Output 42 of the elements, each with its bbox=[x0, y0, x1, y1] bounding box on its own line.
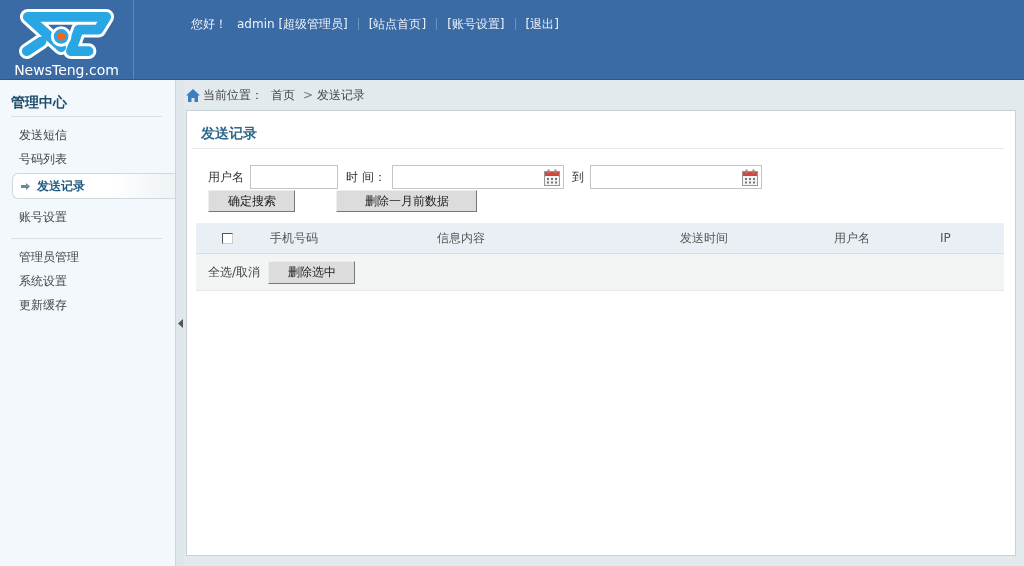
breadcrumb-label: 当前位置： bbox=[203, 86, 263, 104]
delete-selected-button[interactable]: 删除选中 bbox=[268, 260, 356, 284]
sidebar-item[interactable]: 发送记录 bbox=[12, 173, 175, 199]
column-header: 发送时间 bbox=[680, 230, 728, 245]
select-all-link[interactable]: 全选/取消 bbox=[208, 263, 261, 281]
date-field[interactable] bbox=[589, 165, 762, 189]
logo-icon bbox=[17, 8, 116, 61]
panel-title: 发送记录 bbox=[201, 125, 257, 141]
date-field[interactable] bbox=[391, 165, 564, 189]
calendar-icon[interactable] bbox=[741, 168, 758, 186]
column-header: IP bbox=[940, 231, 951, 245]
breadcrumb-separator: > bbox=[303, 88, 314, 102]
column-header: 用户名 bbox=[834, 230, 870, 245]
user-label: admin [超级管理员] bbox=[237, 15, 348, 33]
column-header: 手机号码 bbox=[270, 230, 318, 245]
action-button[interactable]: 确定搜索 bbox=[208, 190, 295, 212]
nav-link[interactable]: [退出] bbox=[525, 15, 559, 33]
column-header: 信息内容 bbox=[437, 230, 485, 245]
calendar-icon[interactable] bbox=[543, 168, 560, 186]
sidebar-item[interactable]: 号码列表 bbox=[0, 147, 175, 171]
filter-label: 用户名 bbox=[208, 168, 244, 186]
checkbox[interactable] bbox=[221, 232, 233, 244]
logo-text: NewsTeng.com bbox=[14, 62, 119, 78]
action-button[interactable]: 删除一月前数据 bbox=[336, 190, 477, 212]
arrow-icon bbox=[21, 182, 30, 190]
sidebar-item[interactable]: 管理员管理 bbox=[0, 245, 175, 269]
breadcrumb-link[interactable]: 首页 bbox=[271, 86, 295, 104]
breadcrumb-link[interactable]: 发送记录 bbox=[317, 86, 366, 104]
input-field[interactable] bbox=[250, 165, 338, 189]
greeting-text: 您好！ bbox=[191, 15, 227, 33]
left-arrow-icon bbox=[177, 318, 183, 328]
filter-label: 到 bbox=[571, 168, 584, 186]
sidebar-title: 管理中心 bbox=[11, 93, 68, 112]
sidebar-item[interactable]: 账号设置 bbox=[0, 205, 175, 229]
sidebar-item[interactable]: 发送短信 bbox=[0, 123, 175, 147]
sidebar-item[interactable]: 更新缓存 bbox=[0, 293, 175, 317]
nav-link[interactable]: [站点首页] bbox=[368, 15, 427, 33]
sidebar-toggle[interactable] bbox=[175, 80, 184, 566]
sidebar-item[interactable]: 系统设置 bbox=[0, 269, 175, 293]
nav-link[interactable]: [账号设置] bbox=[447, 15, 505, 33]
home-icon bbox=[186, 88, 200, 102]
filter-label: 时 间： bbox=[346, 168, 386, 186]
